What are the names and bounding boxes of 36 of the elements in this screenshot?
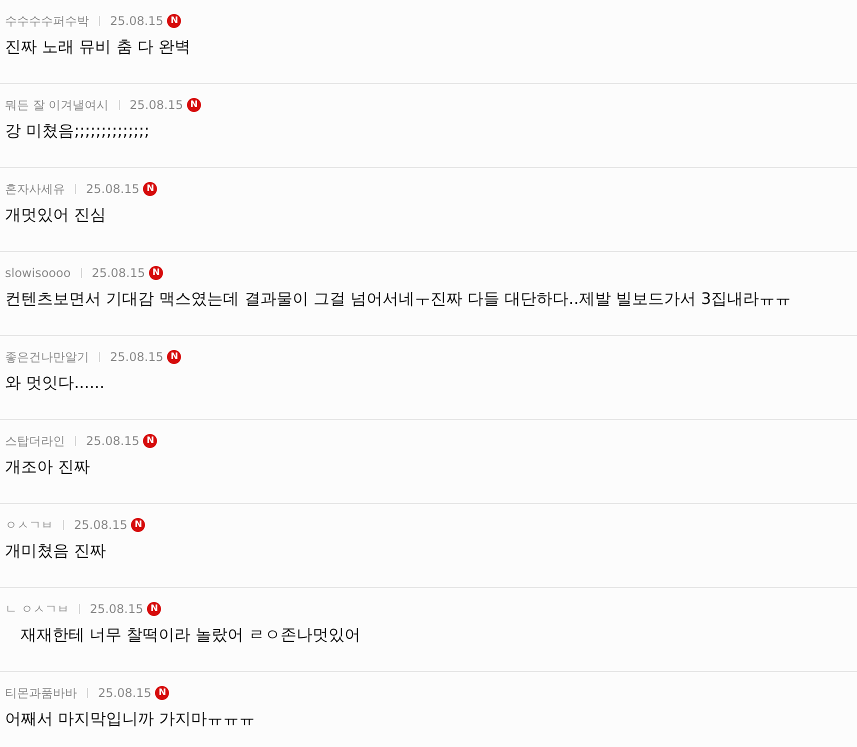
- new-badge: N: [167, 350, 182, 364]
- comment-text: 재재한테 너무 찰떡이라 놀랐어 ㄹㅇ존나멋있어: [19, 624, 362, 646]
- comment-text: 진짜 노래 뮤비 춤 다 완벽: [5, 36, 192, 58]
- comment-author: ㅇㅅㄱㅂ: [5, 516, 53, 534]
- comment-date: 25.08.15: [86, 434, 140, 448]
- comment-author: 좋은건나만알기: [5, 348, 89, 366]
- comment-date: 25.08.15: [110, 14, 164, 28]
- new-badge: N: [143, 182, 158, 196]
- comment-date: 25.08.15: [110, 350, 164, 364]
- comment-date: 25.08.15: [86, 182, 140, 196]
- comment-date: 25.08.15: [98, 686, 152, 700]
- comment-author: 스탑더라인: [5, 432, 65, 450]
- comment-text: 개조아 진짜: [5, 456, 92, 478]
- comment-author: 뭐든 잘 이겨낼여시: [5, 96, 109, 114]
- comment-text: 와 멋잇다......: [5, 372, 106, 394]
- comment-date: 25.08.15: [130, 98, 184, 112]
- comment-text: 컨텐츠보면서 기대감 맥스였는데 결과물이 그걸 넘어서네ㅜ진짜 다들 대단하다..제발 빌보드가서 3집내라ㅠㅠ: [5, 288, 792, 310]
- new-badge: N: [131, 518, 146, 532]
- comment-date: 25.08.15: [90, 602, 144, 616]
- comment-author: ㄴ ㅇㅅㄱㅂ: [5, 600, 69, 618]
- new-badge: N: [147, 602, 162, 616]
- comment-author: 티몬과품바바: [5, 684, 77, 702]
- new-badge: N: [167, 14, 182, 28]
- comment-author: 혼자사세유: [5, 180, 65, 198]
- comment-text: 개미쳤음 진짜: [5, 540, 108, 562]
- comment-author: slowisoooo: [5, 266, 71, 280]
- new-badge: N: [149, 266, 164, 280]
- new-badge: N: [143, 434, 158, 448]
- comment-date: 25.08.15: [74, 518, 128, 532]
- comment-date: 25.08.15: [92, 266, 146, 280]
- comment-text: 강 미쳤음;;;;;;;;;;;;;;: [5, 120, 151, 142]
- new-badge: N: [155, 686, 170, 700]
- comment-text: 어째서 마지막입니까 가지마ㅠㅠㅠ: [5, 708, 256, 730]
- comment-text: 개멋있어 진심: [5, 204, 108, 226]
- comment-author: 수수수수퍼수박: [5, 12, 89, 30]
- new-badge: N: [187, 98, 202, 112]
